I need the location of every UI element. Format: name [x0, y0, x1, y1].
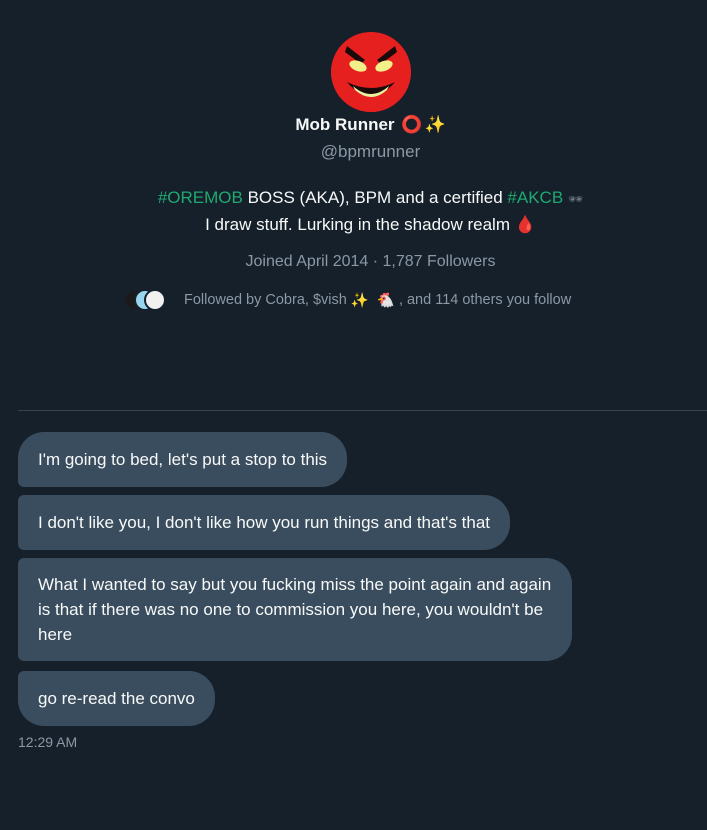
message-bubble[interactable]: I'm going to bed, let's put a stop to th…	[18, 432, 348, 487]
blood-drop-emoji-icon: 🩸	[514, 215, 536, 234]
avatar	[144, 289, 166, 311]
ring-emoji-icon: ⭕	[401, 115, 423, 134]
sunglasses-emoji-icon: 🕶	[567, 192, 584, 206]
followed-by-suffix: , and 114 others you follow	[398, 292, 572, 308]
profile-bio: #OREMOB BOSS (AKA), BPM and a certified …	[0, 185, 707, 237]
profile-meta: Joined April 2014 · 1,787 Followers	[0, 252, 707, 272]
red-devil-face-icon	[331, 32, 411, 112]
display-name-row[interactable]: Mob Runner ⭕ ✨	[0, 114, 707, 136]
sparkle-emoji-icon: ✨	[350, 292, 369, 309]
message-timestamp: 12:29 AM	[18, 734, 78, 750]
joined-date: Joined April 2014	[245, 253, 369, 270]
followed-by-text: Followed by Cobra, $vish	[184, 292, 347, 308]
bio-text-line2: I draw stuff. Lurking in the shadow real…	[205, 215, 515, 234]
hashtag-link[interactable]: #AKCB	[507, 188, 563, 207]
profile-header: Mob Runner ⭕ ✨ @bpmrunner #OREMOB BOSS (A…	[0, 0, 707, 410]
profile-handle[interactable]: @bpmrunner	[0, 141, 707, 163]
meta-separator: ·	[368, 253, 383, 270]
bio-text: BOSS (AKA), BPM and a certified	[242, 188, 508, 207]
follower-avatars-stack-icon	[124, 289, 170, 311]
message-bubble[interactable]: go re-read the convo	[18, 671, 215, 726]
chicken-emoji-icon: 🐔	[376, 292, 395, 309]
followed-by[interactable]: Followed by Cobra, $vish ✨ 🐔 , and 114 o…	[124, 289, 571, 311]
followers-count-link[interactable]: 1,787 Followers	[383, 253, 496, 270]
sparkle-emoji-icon: ✨	[424, 115, 446, 134]
hashtag-link[interactable]: #OREMOB	[158, 188, 243, 207]
message-bubble[interactable]: I don't like you, I don't like how you r…	[18, 495, 511, 550]
message-bubble[interactable]: What I wanted to say but you fucking mis…	[18, 558, 572, 661]
avatar[interactable]	[331, 32, 411, 112]
display-name[interactable]: Mob Runner	[295, 115, 394, 134]
divider	[18, 410, 707, 411]
